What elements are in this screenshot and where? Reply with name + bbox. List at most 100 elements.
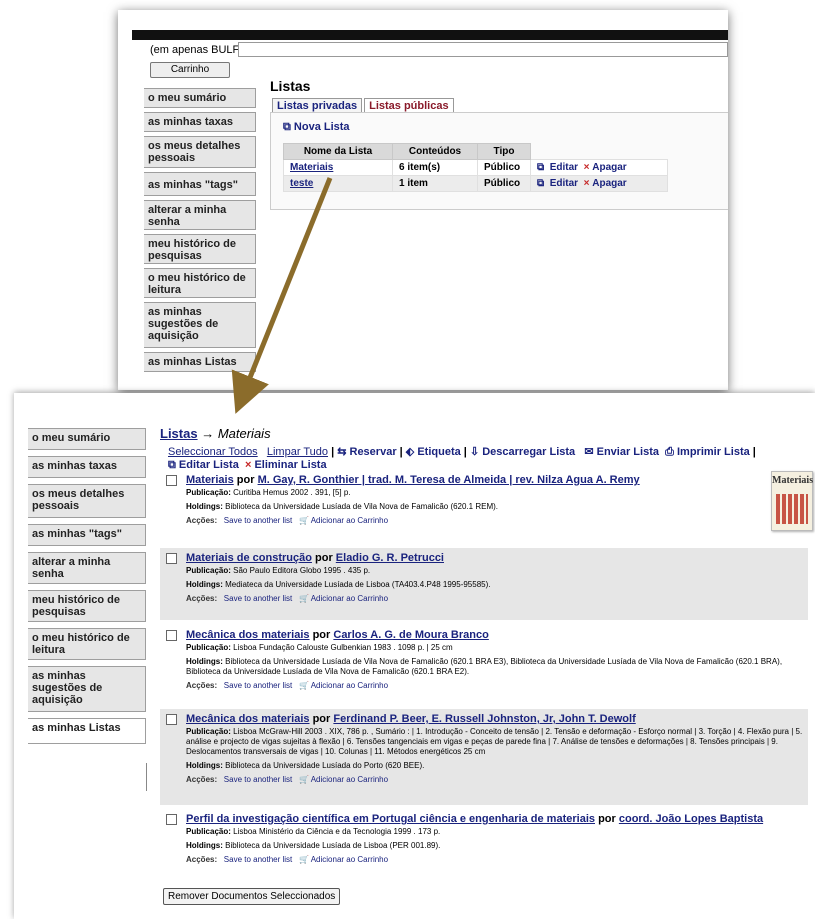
sidebar-item-taxas[interactable]: as minhas taxas bbox=[28, 456, 146, 478]
carrinho-button[interactable]: Carrinho bbox=[150, 62, 230, 78]
record-publication: Curitiba Hemus 2002 . 391, [5] p. bbox=[233, 488, 351, 497]
edit-link[interactable]: Editar bbox=[550, 162, 578, 173]
add-to-cart-link[interactable]: Adicionar ao Carrinho bbox=[311, 681, 388, 690]
sidebar-item-tags[interactable]: as minhas "tags" bbox=[144, 172, 256, 196]
sidebar-item-tags[interactable]: as minhas "tags" bbox=[28, 524, 146, 546]
breadcrumb-listas[interactable]: Listas bbox=[160, 426, 198, 441]
reserve-icon: ⇆ bbox=[337, 446, 347, 458]
col-header-actions bbox=[531, 144, 668, 160]
add-to-cart-link[interactable]: Adicionar ao Carrinho bbox=[311, 516, 388, 525]
actions-label: Acções: bbox=[186, 681, 218, 690]
add-to-cart-link[interactable]: Adicionar ao Carrinho bbox=[311, 775, 388, 784]
col-header-type: Tipo bbox=[477, 143, 531, 160]
sidebar-item-detalhes[interactable]: os meus detalhes pessoais bbox=[144, 136, 256, 168]
sidebar-item-pesquisas[interactable]: meu histórico de pesquisas bbox=[144, 234, 256, 264]
record-checkbox[interactable] bbox=[166, 714, 177, 725]
cart-icon: 🛒 bbox=[298, 594, 309, 603]
actions-label: Acções: bbox=[186, 775, 218, 784]
sidebar-item-sumario[interactable]: o meu sumário bbox=[144, 88, 256, 108]
breadcrumb-current: Materiais bbox=[217, 426, 271, 441]
by-label: por bbox=[312, 713, 331, 725]
sidebar-item-senha[interactable]: alterar a minha senha bbox=[144, 200, 256, 230]
list-name-link[interactable]: teste bbox=[290, 178, 313, 189]
record-title-link[interactable]: Materiais bbox=[186, 474, 234, 486]
sidebar-item-senha[interactable]: alterar a minha senha bbox=[28, 552, 146, 584]
edit-list-link[interactable]: Editar Lista bbox=[179, 459, 239, 471]
new-list-icon: ⧉ bbox=[283, 121, 291, 133]
list-type: Público bbox=[477, 175, 531, 192]
book-cover-title: Materiais bbox=[772, 475, 814, 486]
remove-selected-button[interactable]: Remover Documentos Seleccionados bbox=[163, 888, 341, 905]
save-to-list-link[interactable]: Save to another list bbox=[224, 775, 292, 784]
record-author-link[interactable]: Carlos A. G. de Moura Branco bbox=[333, 629, 488, 641]
nova-lista-link[interactable]: ⧉ Nova Lista bbox=[283, 121, 350, 134]
record-holdings: Biblioteca da Universidade Lusíada de Vi… bbox=[186, 657, 783, 676]
list-type: Público bbox=[477, 159, 531, 176]
book-cover-art bbox=[776, 494, 808, 524]
save-to-list-link[interactable]: Save to another list bbox=[224, 855, 292, 864]
sidebar-item-leitura[interactable]: o meu histórico de leitura bbox=[144, 268, 256, 298]
edit-link[interactable]: Editar bbox=[550, 178, 578, 189]
sidebar-item-detalhes[interactable]: os meus detalhes pessoais bbox=[28, 484, 146, 518]
record-checkbox[interactable] bbox=[166, 630, 177, 641]
list-contents: 6 item(s) bbox=[392, 159, 478, 176]
record-title-link[interactable]: Perfil da investigação científica em Por… bbox=[186, 813, 595, 825]
record-title-link[interactable]: Mecânica dos materiais bbox=[186, 629, 310, 641]
reserve-link[interactable]: Reservar bbox=[350, 446, 397, 458]
print-list-link[interactable]: Imprimir Lista bbox=[677, 446, 750, 458]
sidebar-item-sumario[interactable]: o meu sumário bbox=[28, 428, 146, 450]
sidebar-item-listas[interactable]: as minhas Listas bbox=[144, 352, 256, 372]
breadcrumb: Listas → Materiais bbox=[160, 426, 271, 441]
delete-link[interactable]: Apagar bbox=[592, 162, 626, 173]
publication-label: Publicação: bbox=[186, 827, 231, 836]
sidebar-edge bbox=[146, 763, 147, 791]
list-name-link[interactable]: Materiais bbox=[290, 162, 333, 173]
bulf-input[interactable] bbox=[238, 42, 728, 57]
table-row: Materiais 6 item(s) Público ⧉ Editar × A… bbox=[283, 159, 668, 176]
record-checkbox[interactable] bbox=[166, 475, 177, 486]
add-to-cart-link[interactable]: Adicionar ao Carrinho bbox=[311, 594, 388, 603]
sidebar-item-leitura[interactable]: o meu histórico de leitura bbox=[28, 628, 146, 660]
record-author-link[interactable]: M. Gay, R. Gonthier | trad. M. Teresa de… bbox=[258, 474, 640, 486]
add-to-cart-link[interactable]: Adicionar ao Carrinho bbox=[311, 855, 388, 864]
record-checkbox[interactable] bbox=[166, 553, 177, 564]
book-cover-thumbnail[interactable]: Materiais bbox=[771, 471, 813, 531]
sidebar-item-listas[interactable]: as minhas Listas bbox=[28, 718, 146, 744]
delete-list-link[interactable]: Eliminar Lista bbox=[254, 459, 326, 471]
sidebar-item-sugestoes[interactable]: as minhas sugestões de aquisição bbox=[28, 666, 146, 712]
bottom-sidebar: o meu sumário as minhas taxas os meus de… bbox=[28, 428, 146, 750]
save-to-list-link[interactable]: Save to another list bbox=[224, 681, 292, 690]
cart-icon: 🛒 bbox=[298, 775, 309, 784]
send-list-link[interactable]: Enviar Lista bbox=[597, 446, 659, 458]
publication-label: Publicação: bbox=[186, 643, 231, 652]
record-checkbox[interactable] bbox=[166, 814, 177, 825]
list-item: Perfil da investigação científica em Por… bbox=[160, 813, 808, 879]
save-to-list-link[interactable]: Save to another list bbox=[224, 516, 292, 525]
delete-link[interactable]: Apagar bbox=[592, 178, 626, 189]
holdings-label: Holdings: bbox=[186, 580, 223, 589]
select-all-link[interactable]: Seleccionar Todos bbox=[168, 446, 258, 458]
edit-icon: ⧉ bbox=[537, 178, 545, 189]
record-author-link[interactable]: Eladio G. R. Petrucci bbox=[336, 552, 444, 564]
delete-icon: × bbox=[244, 459, 252, 471]
cart-icon: 🛒 bbox=[298, 516, 309, 525]
record-author-link[interactable]: Ferdinand P. Beer, E. Russell Johnston, … bbox=[333, 713, 635, 725]
holdings-label: Holdings: bbox=[186, 657, 223, 666]
publication-label: Publicação: bbox=[186, 488, 231, 497]
actions-label: Acções: bbox=[186, 516, 218, 525]
sidebar-item-sugestoes[interactable]: as minhas sugestões de aquisição bbox=[144, 302, 256, 348]
sidebar-item-pesquisas[interactable]: meu histórico de pesquisas bbox=[28, 590, 146, 622]
tab-listas-privadas[interactable]: Listas privadas bbox=[272, 98, 363, 113]
record-title-link[interactable]: Materiais de construção bbox=[186, 552, 312, 564]
download-link[interactable]: Descarregar Lista bbox=[482, 446, 575, 458]
cart-icon: 🛒 bbox=[298, 681, 309, 690]
tag-link[interactable]: Etiqueta bbox=[417, 446, 460, 458]
save-to-list-link[interactable]: Save to another list bbox=[224, 594, 292, 603]
clear-all-link[interactable]: Limpar Tudo bbox=[267, 446, 328, 458]
record-author-link[interactable]: coord. João Lopes Baptista bbox=[619, 813, 763, 825]
sidebar-item-taxas[interactable]: as minhas taxas bbox=[144, 112, 256, 132]
delete-icon: × bbox=[583, 162, 590, 173]
tab-listas-publicas[interactable]: Listas públicas bbox=[364, 98, 454, 113]
record-title-link[interactable]: Mecânica dos materiais bbox=[186, 713, 310, 725]
list-item: Mecânica dos materiais por Ferdinand P. … bbox=[160, 709, 808, 805]
